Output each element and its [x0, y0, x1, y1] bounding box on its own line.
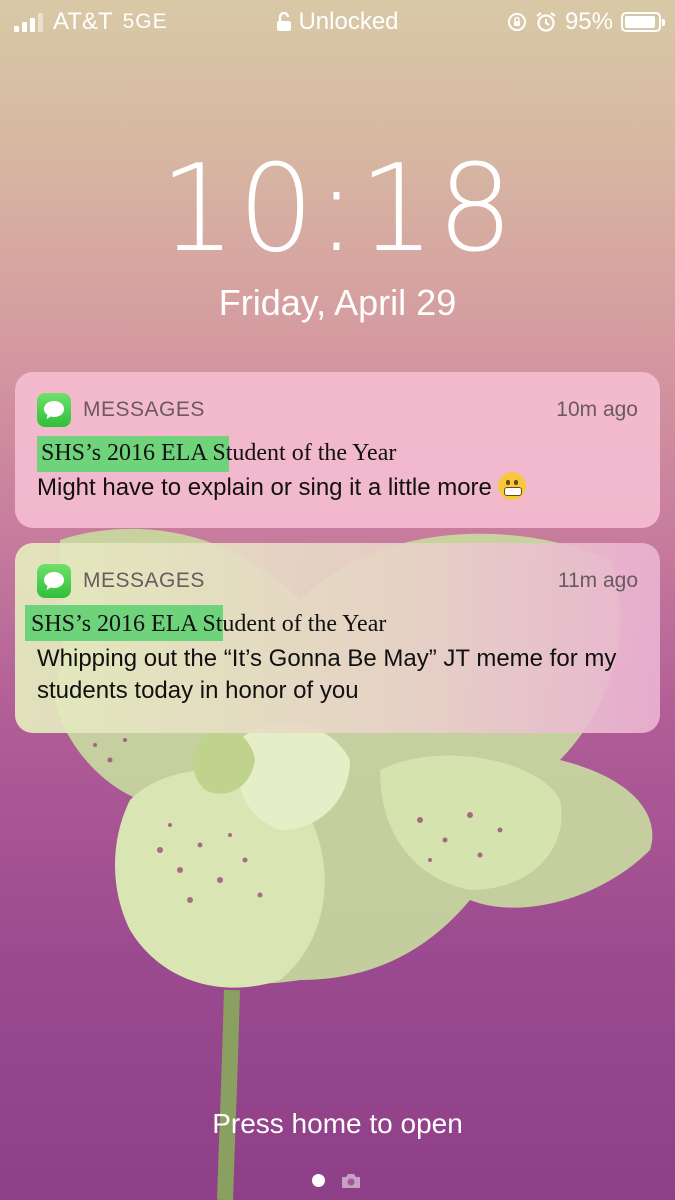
rotation-lock-icon	[507, 13, 526, 31]
notification-time: 10m ago	[556, 398, 638, 421]
notification-message: Might have to explain or sing it a littl…	[37, 474, 492, 501]
status-bar: AT&T 5GE Unlocked 95%	[0, 0, 675, 44]
notification-card[interactable]: MESSAGES 11m ago SHS’s 2016 ELA Student …	[15, 543, 660, 733]
notification-title: SHS’s 2016 ELA Student of the Year	[41, 440, 397, 466]
notification-time: 11m ago	[557, 569, 638, 592]
page-indicator-dot[interactable]	[312, 1174, 325, 1187]
notification-app-name: MESSAGES	[83, 398, 205, 421]
notification-app-name: MESSAGES	[83, 569, 205, 592]
lock-screen-time: 10:18	[159, 140, 516, 279]
camera-icon[interactable]	[340, 1172, 362, 1190]
lock-screen-date: Friday, April 29	[218, 282, 457, 323]
messages-app-icon	[37, 393, 71, 427]
lock-status-label: Unlocked	[298, 8, 399, 35]
status-right: 95%	[507, 8, 665, 36]
notification-card[interactable]: MESSAGES 10m ago SHS’s 2016 ELA Student …	[15, 372, 660, 528]
notification-title: SHS’s 2016 ELA Student of the Year	[31, 611, 387, 637]
battery-icon	[621, 12, 665, 32]
battery-percent: 95%	[564, 8, 613, 35]
notification-title-row: SHS’s 2016 ELA Student of the Year	[37, 434, 638, 472]
alarm-icon	[536, 12, 556, 32]
lock-open-icon	[277, 12, 292, 31]
grimacing-face-emoji-icon	[497, 472, 526, 500]
notification-body: Might have to explain or sing it a littl…	[37, 472, 638, 504]
notification-title-row: SHS’s 2016 ELA Student of the Year	[25, 605, 638, 643]
press-home-hint: Press home to open	[212, 1108, 463, 1139]
messages-app-icon	[37, 564, 71, 598]
notification-message: Whipping out the “It’s Gonna Be May” JT …	[37, 645, 617, 704]
